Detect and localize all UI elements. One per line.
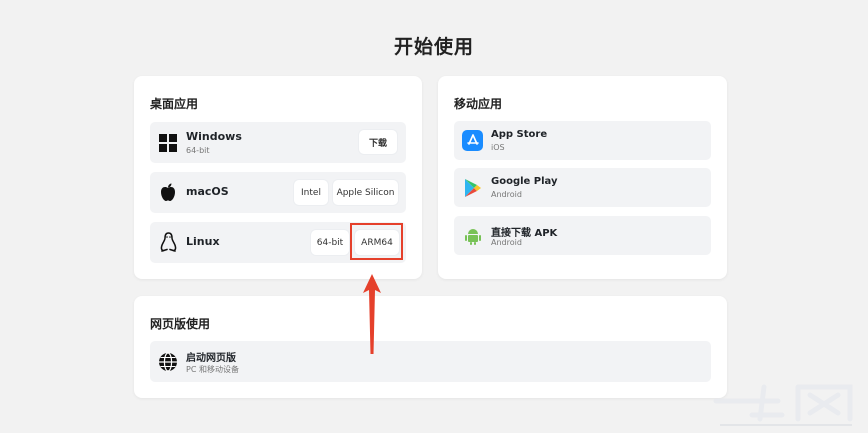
web-usage-title: 网页版使用 — [150, 317, 211, 331]
mobile-apps-card: 移动应用 App Store iOS Google Play Android 直… — [438, 76, 727, 279]
windows-row: Windows 64-bit 下载 — [150, 122, 406, 163]
linux-name: Linux — [186, 235, 220, 248]
red-arrow-annotation — [363, 274, 381, 354]
google-play-row[interactable]: Google Play Android — [454, 168, 711, 207]
direct-apk-name: 直接下载 APK — [491, 228, 558, 239]
windows-sub: 64-bit — [186, 146, 210, 155]
google-play-icon — [462, 177, 483, 198]
macos-intel-button[interactable]: Intel — [294, 180, 328, 205]
launch-web-row[interactable]: 启动网页版 PC 和移动设备 — [150, 341, 711, 382]
globe-icon — [157, 351, 178, 372]
launch-web-sub: PC 和移动设备 — [186, 365, 239, 374]
app-store-row[interactable]: App Store iOS — [454, 121, 711, 160]
google-play-sub: Android — [491, 190, 522, 199]
arm64-highlight-box — [350, 223, 403, 260]
page-title: 开始使用 — [393, 36, 474, 58]
apple-icon — [158, 182, 178, 202]
mobile-apps-title: 移动应用 — [454, 97, 503, 111]
app-store-name: App Store — [491, 129, 548, 140]
direct-apk-row[interactable]: 直接下载 APK Android — [454, 216, 711, 255]
watermark-logo — [713, 384, 853, 426]
web-usage-card: 网页版使用 启动网页版 PC 和移动设备 — [134, 296, 727, 398]
macos-name: macOS — [186, 185, 229, 198]
google-play-name: Google Play — [491, 176, 558, 187]
app-store-sub: iOS — [491, 143, 505, 152]
linux-penguin-icon — [158, 231, 178, 253]
windows-name: Windows — [186, 130, 242, 143]
app-store-icon — [462, 130, 483, 151]
macos-row: macOS Intel Apple Silicon — [150, 172, 406, 213]
launch-web-name: 启动网页版 — [186, 353, 236, 364]
linux-64bit-button[interactable]: 64-bit — [311, 230, 349, 255]
android-icon — [462, 225, 483, 246]
windows-download-button[interactable]: 下载 — [359, 130, 397, 154]
direct-apk-sub: Android — [491, 238, 522, 247]
desktop-apps-title: 桌面应用 — [150, 97, 199, 111]
macos-apple-silicon-button[interactable]: Apple Silicon — [333, 180, 398, 205]
windows-icon — [158, 133, 178, 153]
